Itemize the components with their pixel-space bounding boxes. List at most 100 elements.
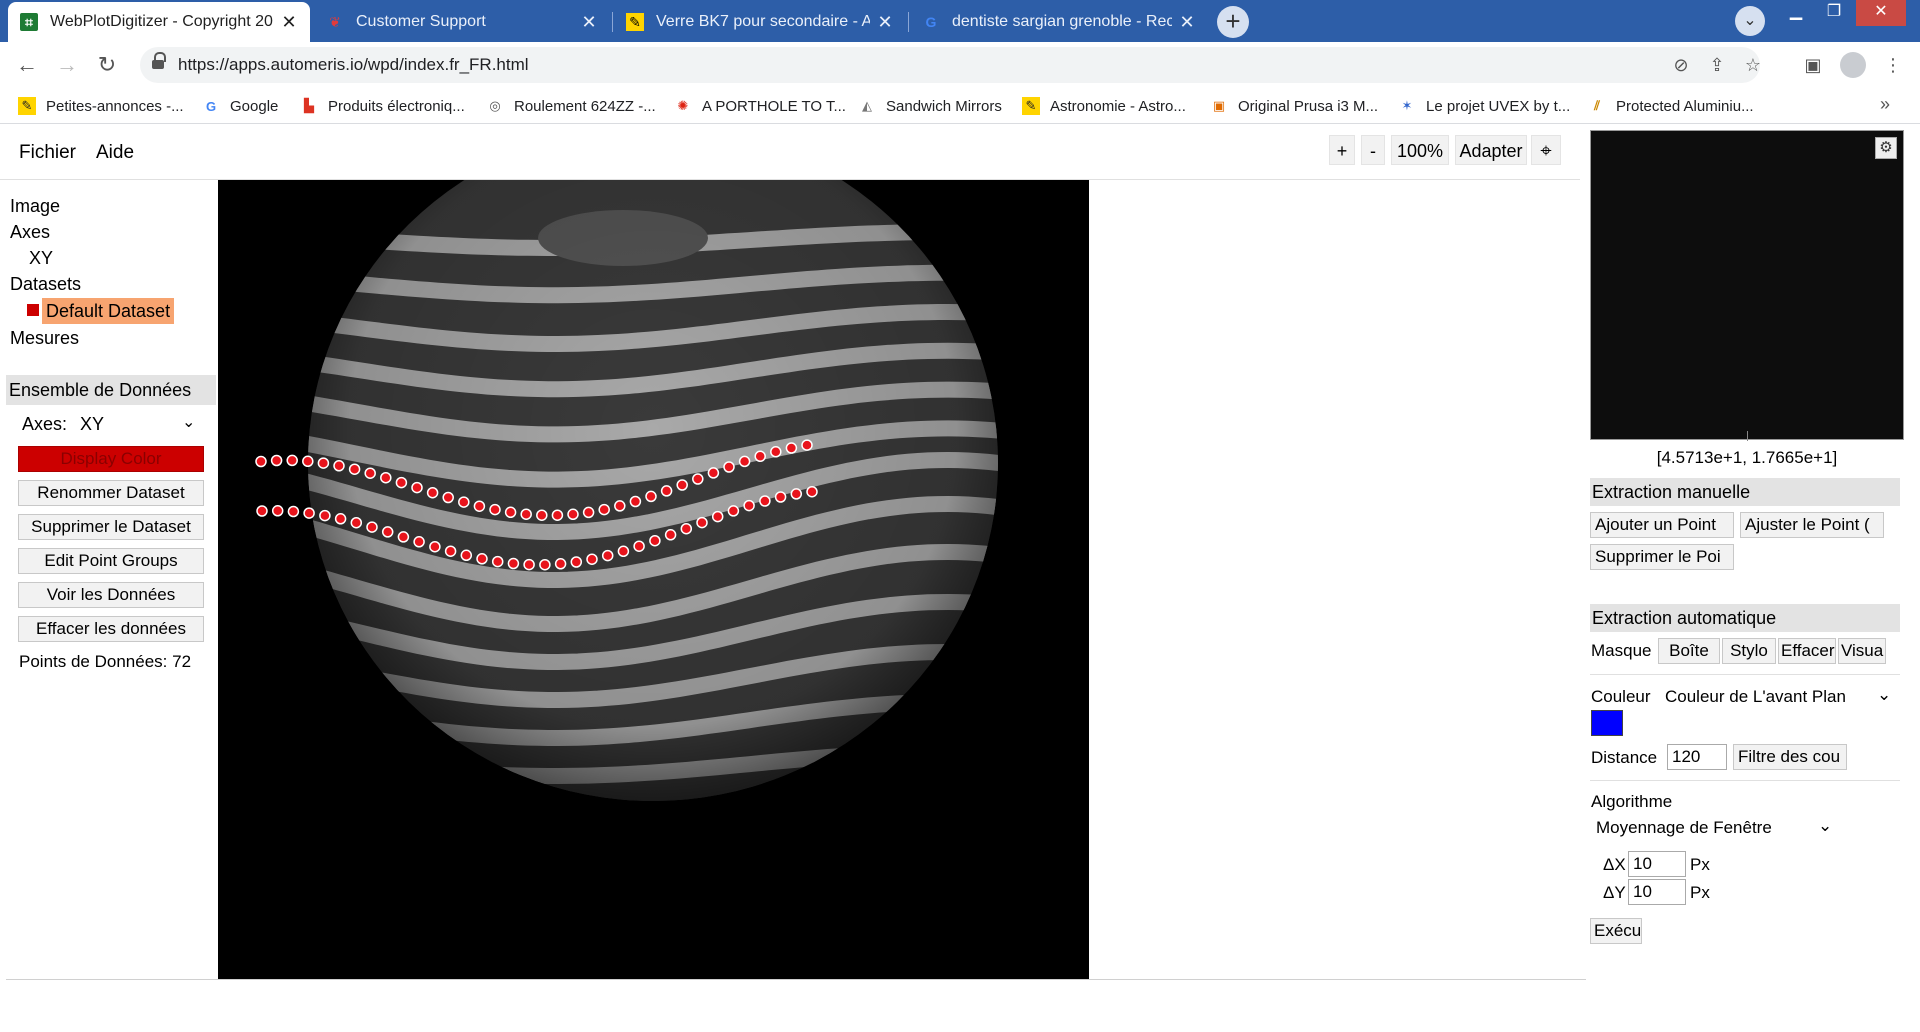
data-point[interactable] bbox=[790, 488, 803, 500]
data-point[interactable] bbox=[507, 557, 520, 570]
menu-file[interactable]: Fichier bbox=[19, 142, 76, 164]
bookmark-item[interactable]: ⫽ Protected Aluminiu... bbox=[1588, 94, 1753, 118]
gear-icon[interactable]: ⚙ bbox=[1875, 137, 1897, 159]
data-point[interactable] bbox=[759, 495, 771, 507]
data-point[interactable] bbox=[429, 540, 441, 553]
zoom-out-button[interactable]: - bbox=[1361, 135, 1385, 165]
data-point[interactable] bbox=[664, 529, 677, 541]
bookmark-item[interactable]: ▣ Original Prusa i3 M... bbox=[1210, 94, 1378, 118]
data-point[interactable] bbox=[413, 536, 425, 548]
window-close-icon[interactable]: ✕ bbox=[1856, 0, 1906, 26]
data-point[interactable] bbox=[680, 522, 693, 535]
color-mode-select[interactable]: Couleur de L'avant Plan ⌄ bbox=[1665, 685, 1895, 707]
data-point[interactable] bbox=[286, 454, 298, 467]
data-point[interactable] bbox=[660, 485, 673, 497]
data-point[interactable] bbox=[287, 505, 300, 518]
data-point[interactable] bbox=[649, 534, 661, 547]
bookmark-item[interactable]: ◎ Roulement 624ZZ -... bbox=[486, 94, 655, 118]
clear-data-button[interactable]: Effacer les données bbox=[18, 616, 204, 642]
data-point[interactable] bbox=[586, 553, 598, 565]
data-point[interactable] bbox=[348, 463, 361, 475]
data-point[interactable] bbox=[692, 473, 704, 485]
data-point[interactable] bbox=[601, 549, 614, 562]
data-point[interactable] bbox=[645, 490, 657, 503]
view-data-button[interactable]: Voir les Données bbox=[18, 582, 204, 608]
share-icon[interactable]: ⇪ bbox=[1706, 54, 1728, 76]
bookmark-item[interactable]: ✺ A PORTHOLE TO T... bbox=[674, 94, 846, 118]
tab-google-search[interactable]: G dentiste sargian grenoble - Rech ✕ bbox=[910, 2, 1208, 42]
delete-dataset-button[interactable]: Supprimer le Dataset bbox=[18, 514, 204, 540]
bookmark-item[interactable]: G Google bbox=[202, 94, 278, 118]
tree-item-datasets[interactable]: Datasets bbox=[10, 274, 81, 295]
side-panel-icon[interactable]: ▣ bbox=[1800, 52, 1826, 78]
close-tab-icon[interactable]: ✕ bbox=[280, 12, 298, 33]
data-point[interactable] bbox=[570, 556, 583, 568]
address-bar[interactable]: https://apps.automeris.io/wpd/index.fr_F… bbox=[140, 47, 1761, 83]
delta-y-input[interactable]: 10 bbox=[1628, 879, 1686, 905]
menu-help[interactable]: Aide bbox=[96, 142, 134, 164]
axes-select[interactable]: Axes: XY ⌄ bbox=[22, 414, 202, 435]
restore-icon[interactable]: ❐ bbox=[1816, 0, 1852, 26]
data-point[interactable] bbox=[504, 506, 517, 519]
data-point[interactable] bbox=[523, 558, 535, 571]
tab-customer-support[interactable]: ❦ Customer Support ✕ bbox=[314, 2, 610, 42]
minimize-icon[interactable]: ▁ bbox=[1778, 0, 1814, 26]
data-point[interactable] bbox=[302, 455, 314, 468]
data-point[interactable] bbox=[770, 446, 782, 458]
data-point[interactable] bbox=[539, 558, 551, 571]
data-point[interactable] bbox=[551, 509, 564, 521]
plot-canvas[interactable] bbox=[218, 125, 1089, 979]
data-point[interactable] bbox=[366, 521, 378, 533]
data-point[interactable] bbox=[350, 516, 363, 529]
data-point[interactable] bbox=[395, 476, 408, 489]
tree-item-default-dataset[interactable]: Default Dataset bbox=[42, 298, 175, 324]
tree-item-axes[interactable]: Axes bbox=[10, 222, 50, 243]
forward-arrow-icon[interactable]: → bbox=[52, 50, 82, 80]
data-point[interactable] bbox=[785, 442, 798, 454]
data-point[interactable] bbox=[411, 481, 423, 494]
data-point[interactable] bbox=[271, 505, 284, 517]
tree-item-image[interactable]: Image bbox=[10, 196, 60, 217]
zoom-in-button[interactable]: + bbox=[1329, 135, 1355, 165]
data-point[interactable] bbox=[723, 461, 735, 473]
tree-item-axes-xy[interactable]: XY bbox=[29, 248, 53, 269]
eye-off-icon[interactable]: ⊘ bbox=[1670, 54, 1692, 76]
data-point[interactable] bbox=[598, 503, 610, 516]
display-color-button[interactable]: Display Color bbox=[18, 446, 204, 472]
data-point[interactable] bbox=[614, 500, 626, 512]
data-point[interactable] bbox=[270, 454, 283, 467]
data-point[interactable] bbox=[473, 500, 486, 512]
data-point[interactable] bbox=[676, 479, 688, 491]
data-point[interactable] bbox=[629, 495, 642, 508]
tab-search-chevron-icon[interactable]: ⌄ bbox=[1735, 6, 1765, 36]
bookmark-item[interactable]: ◭ Sandwich Mirrors bbox=[858, 94, 1002, 118]
color-filter-button[interactable]: Filtre des cou bbox=[1733, 744, 1847, 770]
data-point[interactable] bbox=[458, 496, 470, 508]
reload-icon[interactable]: ↻ bbox=[92, 50, 122, 80]
bookmark-item[interactable]: ✶ Le projet UVEX by t... bbox=[1398, 94, 1571, 118]
data-point[interactable] bbox=[754, 450, 766, 463]
delete-point-button[interactable]: Supprimer le Poi bbox=[1590, 544, 1734, 570]
data-point[interactable] bbox=[397, 531, 410, 543]
data-point[interactable] bbox=[633, 540, 645, 552]
data-point[interactable] bbox=[489, 503, 501, 516]
close-tab-icon[interactable]: ✕ bbox=[876, 12, 894, 33]
lock-icon[interactable] bbox=[152, 52, 166, 71]
edit-point-groups-button[interactable]: Edit Point Groups bbox=[18, 548, 204, 574]
data-point[interactable] bbox=[319, 509, 331, 522]
data-point[interactable] bbox=[582, 506, 595, 519]
data-point[interactable] bbox=[364, 467, 376, 479]
more-bookmarks-icon[interactable]: » bbox=[1880, 94, 1890, 115]
url-text[interactable]: https://apps.automeris.io/wpd/index.fr_F… bbox=[178, 55, 529, 75]
data-point[interactable] bbox=[696, 516, 708, 529]
bookmark-item[interactable]: ✎ Astronomie - Astro... bbox=[1022, 94, 1186, 118]
mask-erase-button[interactable]: Effacer bbox=[1778, 638, 1836, 664]
data-point[interactable] bbox=[380, 471, 392, 484]
mask-box-button[interactable]: Boîte bbox=[1658, 638, 1720, 664]
close-tab-icon[interactable]: ✕ bbox=[1178, 12, 1196, 33]
data-point[interactable] bbox=[381, 526, 394, 538]
new-tab-icon[interactable]: + bbox=[1217, 6, 1249, 38]
data-point[interactable] bbox=[444, 545, 457, 557]
data-point[interactable] bbox=[442, 491, 454, 504]
close-tab-icon[interactable]: ✕ bbox=[580, 12, 598, 33]
